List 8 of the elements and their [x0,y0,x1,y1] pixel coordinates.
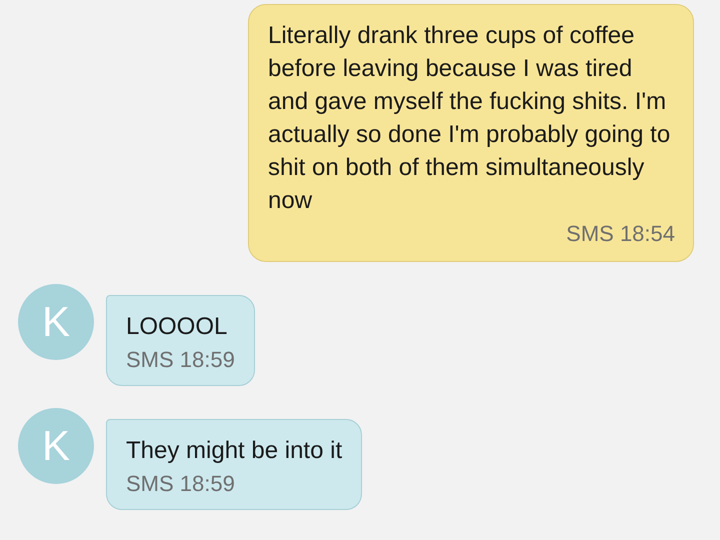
message-timestamp: SMS 18:59 [126,471,236,497]
message-timestamp: SMS 18:59 [126,347,235,373]
message-text: LOOOOL [126,312,228,342]
message-text: They might be into it [126,436,342,466]
avatar[interactable]: K [18,408,94,484]
avatar[interactable]: K [18,284,94,360]
message-text: Literally drank three cups of coffee before leaving because I was tired and gave myself the fucking shits. I'm actually so done I'm probably going to shit on both of them simultaneously now [268,21,672,216]
message-timestamp: SMS 18:54 [566,221,675,247]
